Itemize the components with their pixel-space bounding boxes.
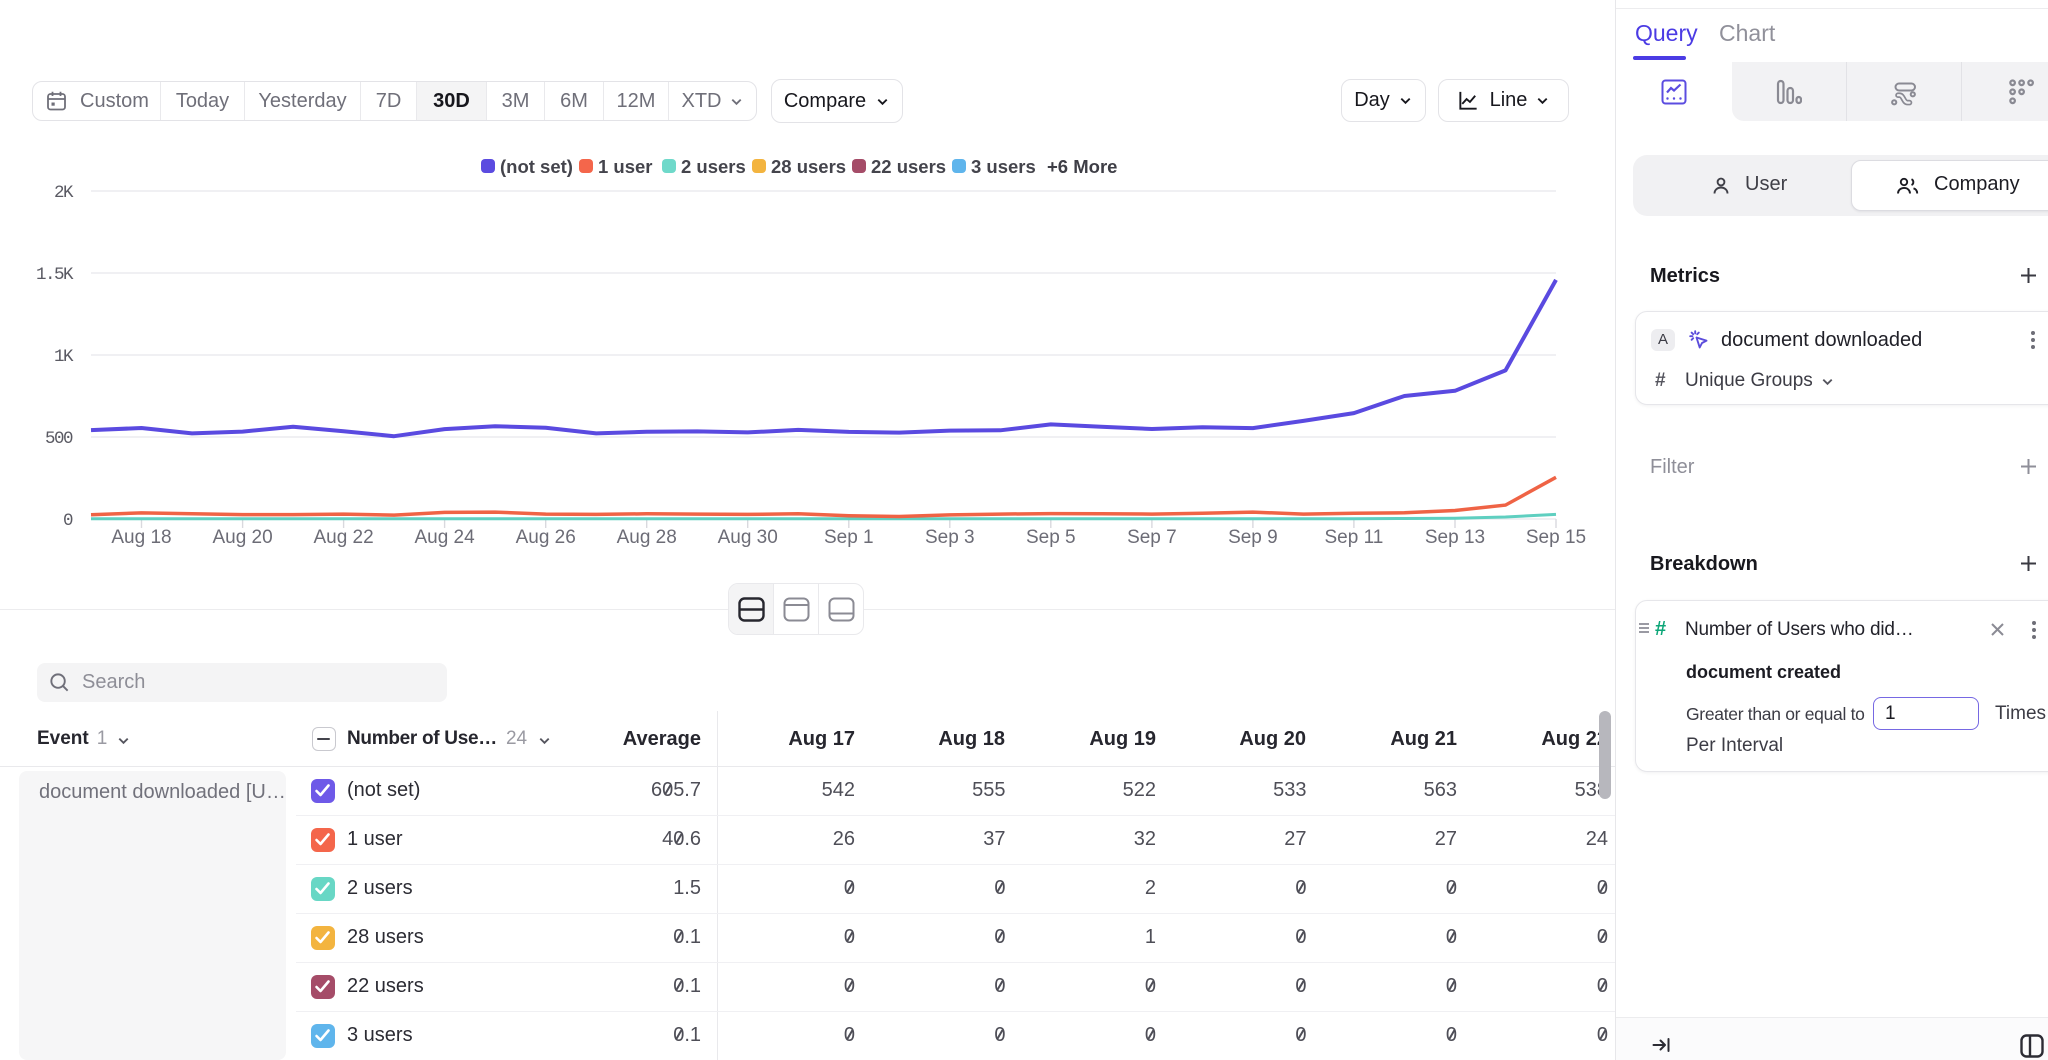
svg-text:Aug 18: Aug 18 xyxy=(111,527,171,548)
svg-text:Sep 3: Sep 3 xyxy=(925,527,975,548)
svg-text:Aug 20: Aug 20 xyxy=(212,527,272,548)
svg-text:Aug 24: Aug 24 xyxy=(414,527,475,548)
svg-text:Sep 9: Sep 9 xyxy=(1228,527,1278,548)
svg-text:Sep 1: Sep 1 xyxy=(824,527,874,548)
svg-text:Aug 22: Aug 22 xyxy=(313,527,373,548)
svg-text:Sep 7: Sep 7 xyxy=(1127,527,1177,548)
svg-text:Sep 11: Sep 11 xyxy=(1324,527,1383,548)
svg-text:Sep 5: Sep 5 xyxy=(1026,527,1076,548)
svg-text:1K: 1K xyxy=(54,347,74,367)
svg-text:Aug 28: Aug 28 xyxy=(617,527,677,548)
svg-text:1.5K: 1.5K xyxy=(36,265,74,285)
svg-text:2K: 2K xyxy=(54,183,74,203)
svg-text:0: 0 xyxy=(63,511,73,531)
svg-text:Sep 13: Sep 13 xyxy=(1425,527,1485,548)
svg-text:Sep 15: Sep 15 xyxy=(1526,527,1586,548)
svg-text:Aug 30: Aug 30 xyxy=(718,527,778,548)
svg-text:500: 500 xyxy=(45,429,73,449)
svg-text:Aug 26: Aug 26 xyxy=(516,527,576,548)
